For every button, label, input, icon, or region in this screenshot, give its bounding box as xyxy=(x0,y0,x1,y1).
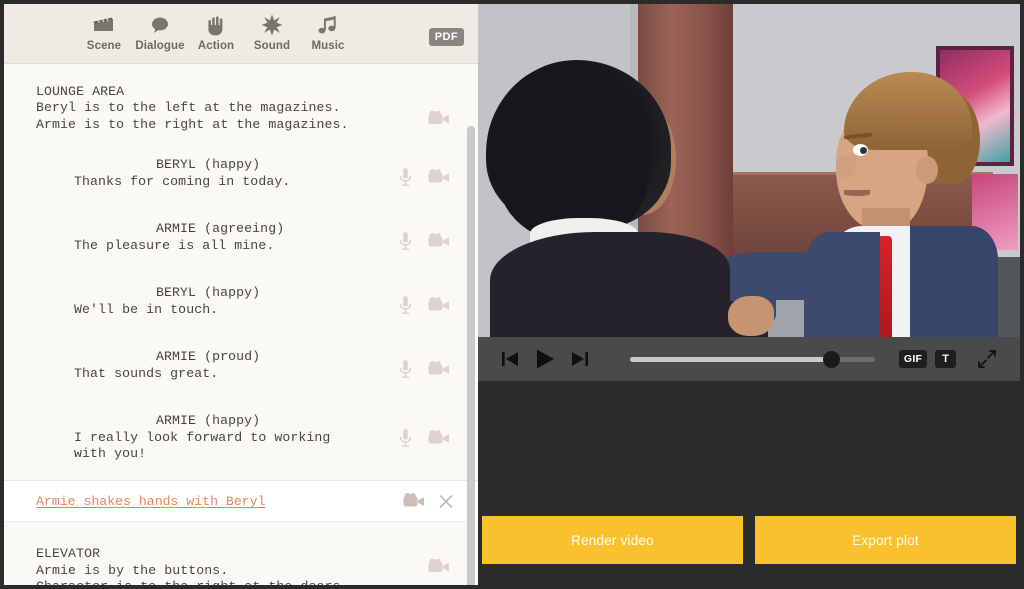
script-scroll-area[interactable]: LOUNGE AREA Beryl is to the left at the … xyxy=(4,64,478,585)
export-plot-button[interactable]: Export plot xyxy=(755,516,1016,564)
microphone-icon[interactable] xyxy=(399,428,412,447)
preview-panel: GIF T Render video Export plot xyxy=(478,0,1024,589)
dialogue-character: ARMIE (happy) xyxy=(156,413,261,429)
video-preview[interactable] xyxy=(478,4,1020,337)
script-block-dialogue[interactable]: BERYL (happy) We'll be in touch. xyxy=(4,285,478,325)
tool-scene-label: Scene xyxy=(86,40,122,52)
scene-row-icons xyxy=(428,558,450,575)
tool-sound-label: Sound xyxy=(253,40,291,52)
starburst-icon xyxy=(261,12,283,38)
dialogue-character: BERYL (happy) xyxy=(156,157,261,173)
script-block-dialogue[interactable]: ARMIE (happy) I really look forward to w… xyxy=(4,413,478,462)
scene-heading: ELEVATOR xyxy=(36,546,101,562)
hand-icon xyxy=(205,12,227,38)
dialogue-text: The pleasure is all mine. xyxy=(74,237,275,253)
script-toolbar: Scene Dialogue Action Sound Music PDF xyxy=(4,4,478,64)
dialogue-text: We'll be in touch. xyxy=(74,301,219,317)
action-row-selected[interactable]: Armie shakes hands with Beryl xyxy=(4,480,478,523)
dialogue-row-icons xyxy=(399,360,450,379)
dialogue-row-icons xyxy=(399,232,450,251)
camera-icon[interactable] xyxy=(403,493,425,510)
preview-empty-area xyxy=(478,381,1020,516)
microphone-icon[interactable] xyxy=(399,360,412,379)
dialogue-text: That sounds great. xyxy=(74,365,219,381)
player-controls: GIF T xyxy=(478,337,1020,381)
scene-line-2: Armie is to the right at the magazines. xyxy=(36,116,349,132)
script-panel: Scene Dialogue Action Sound Music PDF LO… xyxy=(0,0,478,589)
dialogue-row-icons xyxy=(399,168,450,187)
scene-row-icons xyxy=(428,110,450,127)
script-scrollbar[interactable] xyxy=(467,126,475,585)
scene-line-1: Beryl is to the left at the magazines. xyxy=(36,100,341,116)
tool-group: Scene Dialogue Action Sound Music xyxy=(76,4,356,52)
text-overlay-button[interactable]: T xyxy=(935,350,956,368)
progress-fill xyxy=(630,356,831,362)
camera-icon[interactable] xyxy=(428,233,450,250)
action-row-icons xyxy=(403,493,454,510)
tool-dialogue-button[interactable]: Dialogue xyxy=(132,12,188,52)
script-block-dialogue[interactable]: ARMIE (agreeing) The pleasure is all min… xyxy=(4,221,478,261)
progress-handle[interactable] xyxy=(822,350,840,368)
dialogue-character: ARMIE (proud) xyxy=(156,349,261,365)
tool-scene-button[interactable]: Scene xyxy=(76,12,132,52)
close-icon[interactable] xyxy=(438,493,454,509)
scene-heading: LOUNGE AREA xyxy=(36,84,125,99)
camera-icon[interactable] xyxy=(428,297,450,314)
tool-music-label: Music xyxy=(311,40,345,52)
play-button[interactable] xyxy=(527,348,563,370)
microphone-icon[interactable] xyxy=(399,232,412,251)
camera-icon[interactable] xyxy=(428,110,450,127)
microphone-icon[interactable] xyxy=(399,296,412,315)
dialogue-row-icons xyxy=(399,428,450,447)
tool-action-label: Action xyxy=(197,40,235,52)
speech-bubble-icon xyxy=(148,12,172,38)
camera-icon[interactable] xyxy=(428,558,450,575)
dialogue-row-icons xyxy=(399,296,450,315)
camera-icon[interactable] xyxy=(428,169,450,186)
gif-button[interactable]: GIF xyxy=(898,350,928,368)
skip-back-button[interactable] xyxy=(494,350,527,368)
render-video-button[interactable]: Render video xyxy=(482,516,743,564)
skip-forward-button[interactable] xyxy=(563,350,596,368)
script-block-dialogue[interactable]: ARMIE (proud) That sounds great. xyxy=(4,349,478,389)
microphone-icon[interactable] xyxy=(399,168,412,187)
tool-music-button[interactable]: Music xyxy=(300,12,356,52)
script-block-scene[interactable]: LOUNGE AREA Beryl is to the left at the … xyxy=(4,84,478,133)
music-note-icon xyxy=(317,12,339,38)
scene-line-1: Armie is by the buttons. xyxy=(36,562,229,578)
script-block-dialogue[interactable]: BERYL (happy) Thanks for coming in today… xyxy=(4,157,478,197)
tool-sound-button[interactable]: Sound xyxy=(244,12,300,52)
scene-line-2: Character is to the right at the doors. xyxy=(36,579,422,585)
dialogue-text: I really look forward to working with yo… xyxy=(74,429,339,462)
scrollbar-thumb[interactable] xyxy=(467,126,475,585)
tool-dialogue-label: Dialogue xyxy=(135,40,185,52)
dialogue-text: Thanks for coming in today. xyxy=(74,173,291,189)
app-root: Scene Dialogue Action Sound Music PDF LO… xyxy=(0,0,1024,589)
camera-icon[interactable] xyxy=(428,361,450,378)
fullscreen-icon[interactable] xyxy=(970,349,1004,369)
dialogue-character: ARMIE (agreeing) xyxy=(156,221,285,237)
footer-actions: Render video Export plot xyxy=(478,516,1020,585)
dialogue-character: BERYL (happy) xyxy=(156,285,261,301)
clapperboard-icon xyxy=(92,12,116,38)
script-block-scene[interactable]: ELEVATOR Armie is by the buttons. Charac… xyxy=(4,522,478,585)
playback-progress-slider[interactable] xyxy=(630,348,875,370)
tool-action-button[interactable]: Action xyxy=(188,12,244,52)
export-pdf-button[interactable]: PDF xyxy=(428,28,464,46)
action-row-text: Armie shakes hands with Beryl xyxy=(36,494,266,510)
camera-icon[interactable] xyxy=(428,429,450,446)
video-frame xyxy=(478,4,1020,337)
